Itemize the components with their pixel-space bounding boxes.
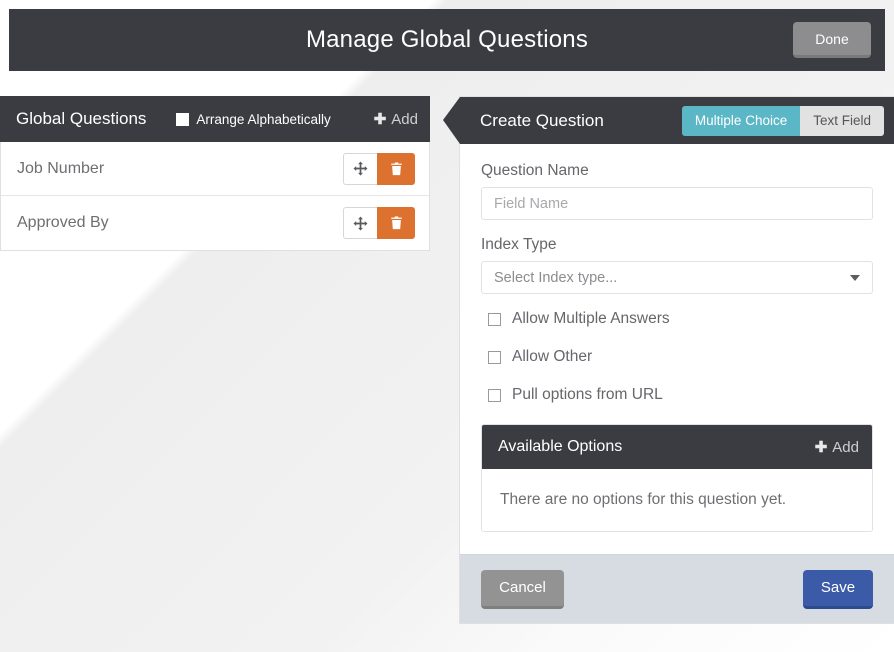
allow-multiple-answers-label: Allow Multiple Answers	[512, 310, 670, 327]
drag-handle-button[interactable]	[343, 152, 377, 185]
delete-question-button[interactable]	[377, 207, 415, 239]
create-question-form: Question Name Index Type Select Index ty…	[460, 144, 894, 554]
app-header: Manage Global Questions Done	[9, 9, 885, 71]
cancel-button[interactable]: Cancel	[481, 569, 564, 609]
question-name: Job Number	[17, 159, 105, 177]
page-title: Manage Global Questions	[305, 26, 589, 53]
create-question-title: Create Question	[480, 110, 604, 130]
index-type-selected-value: Select Index type...	[494, 269, 618, 286]
tab-multiple-choice[interactable]: Multiple Choice	[681, 105, 801, 136]
move-arrows-icon	[353, 216, 368, 230]
pull-options-from-url-label: Pull options from URL	[512, 386, 663, 403]
available-options-card: Available Options ✚ Add There are no opt…	[481, 424, 873, 532]
tab-text-field[interactable]: Text Field	[800, 105, 884, 136]
question-name-group: Question Name	[481, 162, 873, 220]
global-questions-panel: Global Questions Arrange Alphabetically …	[0, 96, 430, 251]
add-global-question-button[interactable]: ✚ Add	[374, 111, 418, 128]
row-actions	[343, 207, 415, 239]
create-question-footer: Cancel Save	[460, 554, 894, 623]
move-arrows-icon	[353, 161, 368, 176]
chevron-down-icon	[850, 274, 860, 281]
allow-other-row[interactable]: Allow Other	[488, 348, 873, 366]
global-questions-list: Job Number Approved By	[0, 142, 430, 251]
question-name: Approved By	[17, 214, 109, 231]
question-name-input[interactable]	[481, 187, 873, 220]
available-options-header: Available Options ✚ Add	[482, 425, 872, 469]
done-button[interactable]: Done	[793, 22, 871, 58]
save-button[interactable]: Save	[803, 569, 873, 609]
trash-icon	[390, 216, 402, 230]
add-option-button[interactable]: ✚ Add	[815, 439, 859, 456]
allow-multiple-answers-checkbox[interactable]	[488, 312, 501, 326]
index-type-select[interactable]: Select Index type...	[481, 261, 873, 294]
add-global-question-label: Add	[391, 110, 418, 128]
plus-icon: ✚	[373, 110, 387, 128]
create-question-panel: Create Question Multiple Choice Text Fie…	[443, 96, 894, 624]
arrange-alphabetically-toggle[interactable]: Arrange Alphabetically	[176, 112, 373, 127]
global-questions-header: Global Questions Arrange Alphabetically …	[0, 96, 430, 142]
allow-other-checkbox[interactable]	[488, 350, 501, 364]
create-question-header: Create Question Multiple Choice Text Fie…	[443, 97, 894, 144]
available-options-empty-text: There are no options for this question y…	[482, 469, 872, 531]
plus-icon: ✚	[814, 438, 828, 456]
question-name-label: Question Name	[481, 162, 589, 179]
arrange-alphabetically-label: Arrange Alphabetically	[196, 111, 331, 127]
drag-handle-button[interactable]	[343, 207, 377, 239]
add-option-label: Add	[832, 438, 859, 456]
delete-question-button[interactable]	[377, 152, 415, 185]
question-type-toggle: Multiple Choice Text Field	[681, 105, 884, 136]
allow-multiple-answers-row[interactable]: Allow Multiple Answers	[488, 310, 873, 328]
arrange-alphabetically-checkbox[interactable]	[176, 112, 190, 126]
trash-icon	[390, 161, 402, 175]
row-actions	[343, 152, 415, 185]
table-row[interactable]: Approved By	[1, 196, 429, 250]
panel-pointer-notch	[443, 97, 460, 144]
index-type-label: Index Type	[481, 236, 557, 253]
allow-other-label: Allow Other	[512, 348, 593, 365]
global-questions-title: Global Questions	[16, 109, 147, 128]
available-options-title: Available Options	[498, 438, 623, 455]
pull-options-from-url-row[interactable]: Pull options from URL	[488, 386, 873, 404]
index-type-group: Index Type Select Index type...	[481, 236, 873, 294]
table-row[interactable]: Job Number	[1, 142, 429, 196]
pull-options-from-url-checkbox[interactable]	[488, 388, 501, 402]
